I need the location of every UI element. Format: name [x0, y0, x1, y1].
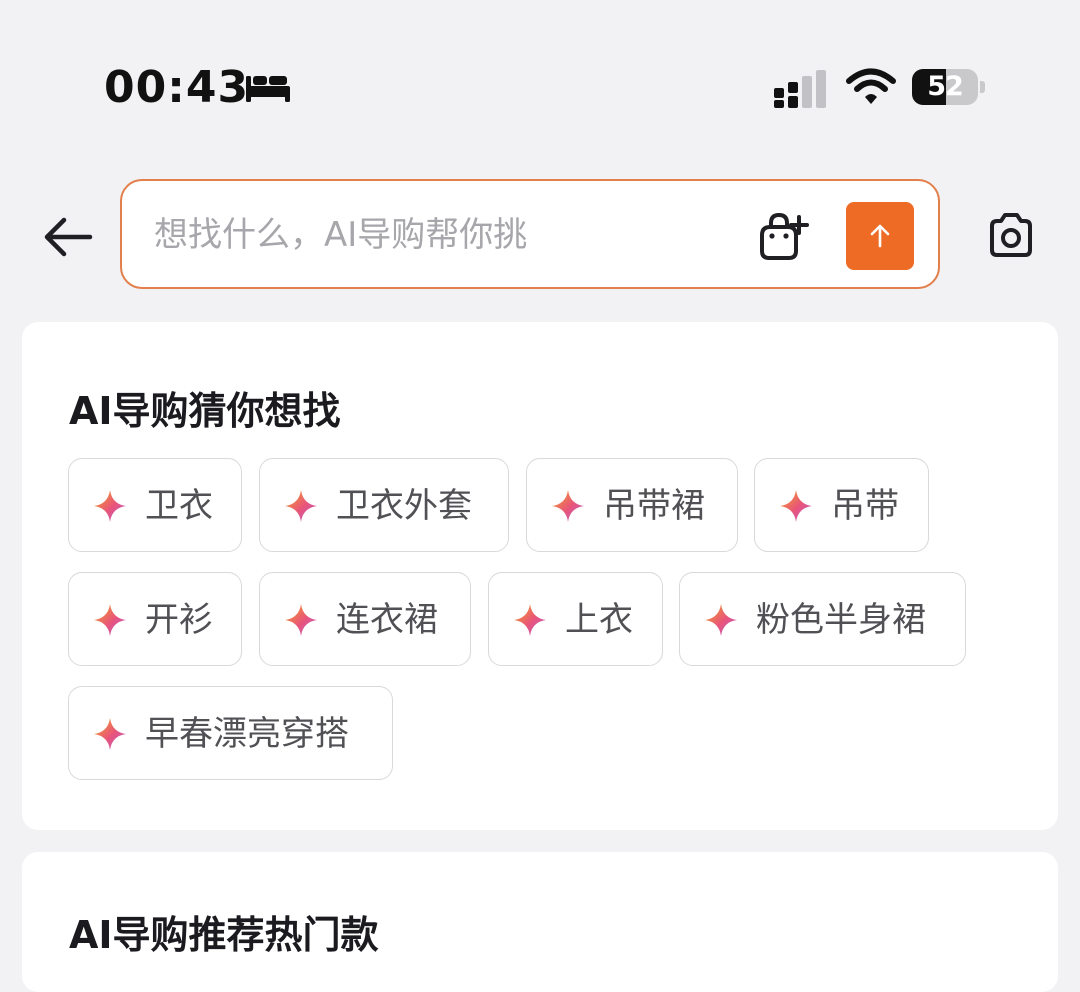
suggestion-chip[interactable]: 卫衣 [68, 458, 242, 552]
suggestion-chip[interactable]: 连衣裙 [259, 572, 471, 666]
guess-card: AI导购猜你想找 卫衣 卫衣外套 吊带裙 吊带开衫 连衣裙 上衣 粉色半身裙早春漂亮穿搭 [22, 322, 1058, 830]
chip-label: 开衫 [145, 600, 213, 640]
sparkle-icon [552, 490, 584, 522]
suggestion-chip[interactable]: 吊带裙 [526, 458, 738, 552]
sparkle-icon [285, 604, 317, 636]
chip-label: 吊带 [831, 486, 899, 526]
chip-label: 卫衣 [145, 486, 213, 526]
search-input[interactable] [152, 209, 716, 261]
search-box[interactable] [120, 179, 940, 289]
sparkle-icon [514, 604, 546, 636]
sparkle-icon [94, 490, 126, 522]
suggestion-chip[interactable]: 卫衣外套 [259, 458, 509, 552]
battery-icon: 52 [912, 69, 986, 105]
hot-section-title: AI导购推荐热门款 [69, 913, 379, 957]
bed-icon [246, 76, 290, 102]
wifi-icon [846, 68, 896, 104]
arrow-up-icon [870, 224, 890, 248]
chip-label: 上衣 [565, 600, 633, 640]
hot-card: AI导购推荐热门款 [22, 852, 1058, 992]
suggestion-chip[interactable]: 上衣 [488, 572, 663, 666]
suggestion-chip[interactable]: 粉色半身裙 [679, 572, 966, 666]
chip-label: 粉色半身裙 [756, 600, 926, 640]
back-arrow-icon[interactable] [40, 212, 96, 262]
suggestion-chip[interactable]: 吊带 [754, 458, 929, 552]
sparkle-icon [94, 604, 126, 636]
status-bar: 00:43 52 [0, 0, 1080, 150]
sparkle-icon [780, 490, 812, 522]
sparkle-icon [94, 718, 126, 750]
battery-level: 52 [927, 71, 964, 102]
chip-label: 早春漂亮穿搭 [145, 714, 349, 754]
chip-label: 吊带裙 [603, 486, 705, 526]
camera-icon[interactable] [986, 210, 1036, 260]
sparkle-icon [285, 490, 317, 522]
chip-label: 卫衣外套 [336, 486, 472, 526]
suggestion-chip[interactable]: 开衫 [68, 572, 242, 666]
suggestion-chip[interactable]: 早春漂亮穿搭 [68, 686, 393, 780]
sparkle-icon [705, 604, 737, 636]
status-time: 00:43 [104, 62, 250, 113]
bag-plus-icon[interactable] [754, 211, 810, 263]
chip-label: 连衣裙 [336, 600, 438, 640]
search-row [0, 176, 1080, 296]
cellular-signal-icon [774, 70, 826, 108]
send-button[interactable] [846, 202, 914, 270]
guess-section-title: AI导购猜你想找 [69, 389, 341, 433]
